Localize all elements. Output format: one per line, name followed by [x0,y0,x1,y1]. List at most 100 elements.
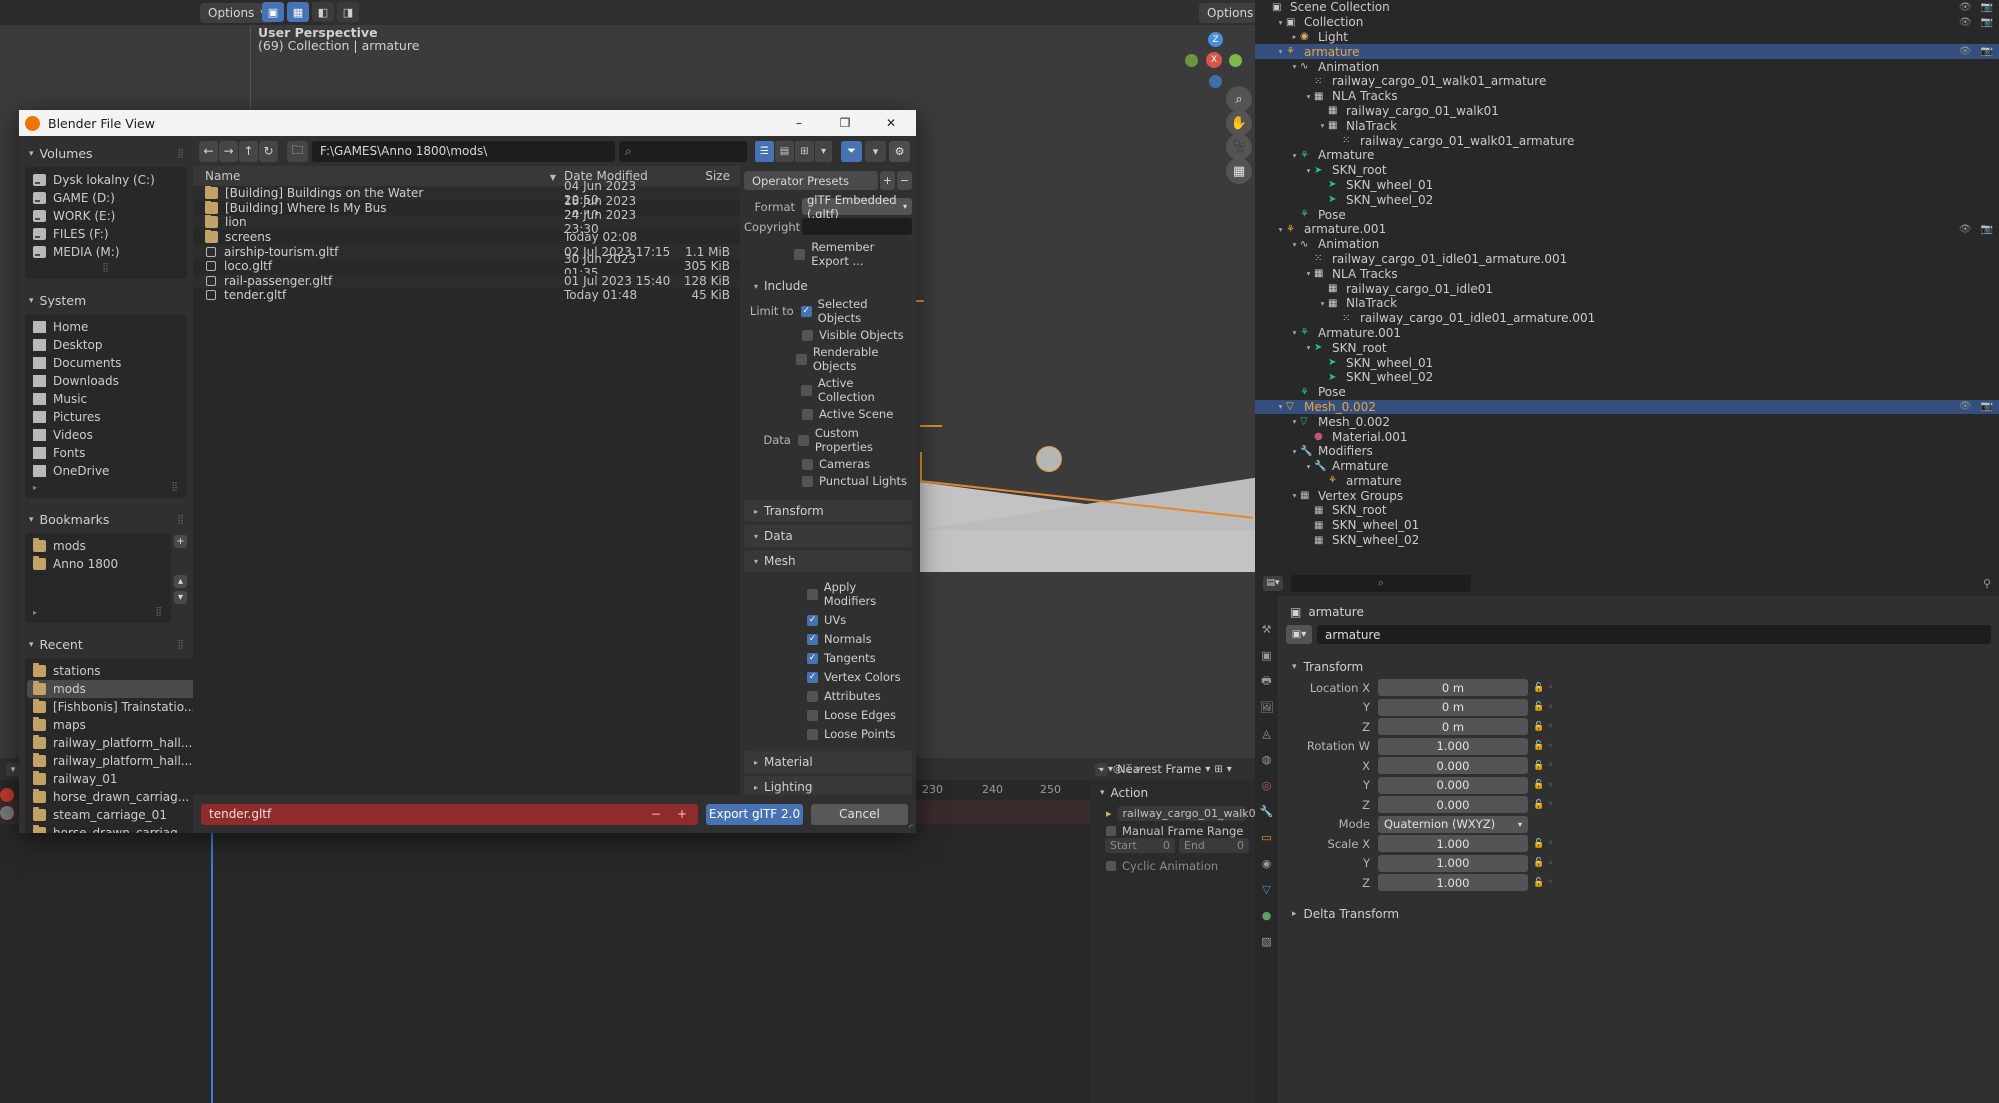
attributes-checkbox[interactable] [807,690,818,702]
outliner-row-toggles[interactable]: 👁 📷 [1959,46,1993,57]
system-scroll-row[interactable]: ▸ ⣿ [27,480,185,494]
property-value-field[interactable]: 0.000 [1378,796,1528,813]
tab-object[interactable]: ▭ [1259,830,1274,845]
lock-icon[interactable]: 🔓 [1533,878,1545,888]
custom-properties-checkbox[interactable] [797,434,809,446]
disclosure-triangle-icon[interactable]: ▾ [1289,62,1300,71]
property-value-field[interactable]: Quaternion (WXYZ) ▾ [1378,815,1528,833]
outliner-row[interactable]: ▦ SKN_wheel_02 [1255,533,1999,548]
file-browser-sidebar[interactable]: ▾ Volumes ⣿ Dysk lokalny (C:) GAME (D:) … [19,136,193,833]
delta-transform-header[interactable]: ▸ Delta Transform [1286,900,1991,926]
property-row[interactable]: Rotation W 1.000 🔓 ◦ [1286,737,1991,755]
tab-view-layer[interactable]: 🖼 [1259,700,1274,715]
outliner-row[interactable]: ▾ ∿ Animation [1255,59,1999,74]
disclosure-triangle-icon[interactable]: ▾ [1289,417,1300,426]
view-mode-list-icon[interactable]: ☰ [755,140,774,162]
loose-points-row[interactable]: Loose Points [744,727,912,741]
format-row[interactable]: Format glTF Embedded (.gltf) ▾ [744,193,912,221]
tab-object-data[interactable]: ▽ [1259,882,1274,897]
property-row[interactable]: Y 0.000 🔓 ◦ [1286,776,1991,794]
attributes-row[interactable]: Attributes [744,689,912,703]
tab-object-constraints[interactable]: ◎ [1259,778,1274,793]
dopesheet-snap-control[interactable]: ⌁ ▾ Nearest Frame ▾ ⊞ ▾ [1098,762,1232,776]
sidebar-item-bookmark[interactable]: Anno 1800 [27,555,169,573]
animate-property-icon[interactable]: ◦ [1545,721,1556,732]
visible-objects-checkbox[interactable] [802,329,813,341]
shading-rendered-icon[interactable]: ◨ [337,2,359,22]
outliner-row[interactable]: ⁙ railway_cargo_01_walk01_armature [1255,133,1999,148]
outliner-row[interactable]: ⁙ railway_cargo_01_idle01_armature.001 [1255,311,1999,326]
sidebar-item-recent[interactable]: railway_platform_hall... [27,734,193,752]
limit-to-row[interactable]: Limit to Selected Objects [744,297,912,325]
remember-export-checkbox[interactable] [794,248,806,260]
sidebar-item-recent[interactable]: railway_01 [27,770,193,788]
properties-tab-strip[interactable]: ⚒ ▣ 🖶 🖼 ◬ ◍ ◎ 🔧 ▭ ◉ ▽ ● ▨ [1255,596,1278,1103]
property-row[interactable]: Z 1.000 🔓 ◦ [1286,874,1991,891]
format-dropdown[interactable]: glTF Embedded (.gltf) ▾ [802,193,912,221]
bookmarks-scroll-row[interactable]: ▸ ⣿ [27,605,169,619]
disclosure-triangle-icon[interactable]: ▾ [1289,151,1300,160]
system-list[interactable]: Home Desktop Documents Downloads Music P… [25,314,187,498]
sort-descending-icon[interactable]: ▼ [550,173,556,182]
lock-icon[interactable]: 🔓 [1533,839,1545,849]
disclosure-triangle-icon[interactable]: ▾ [1289,240,1300,249]
cameras-checkbox[interactable] [802,458,813,470]
manual-frame-range-checkbox[interactable] [1106,826,1116,836]
disclosure-triangle-icon[interactable]: ▾ [1303,269,1314,278]
operator-presets-row[interactable]: Operator Presets + − [744,171,912,190]
sidebar-item-onedrive[interactable]: OneDrive [27,462,185,480]
outliner-row[interactable]: ▾ ▦ Vertex Groups [1255,488,1999,503]
active-scene-checkbox[interactable] [802,408,813,420]
outliner-row-toggles[interactable]: 👁 📷 [1959,17,1993,28]
sidebar-item-recent[interactable]: railway_platform_hall... [27,752,193,770]
minimize-button[interactable]: – [780,110,818,136]
sidebar-item-bookmark[interactable]: mods [27,537,169,555]
sidebar-item-recent[interactable]: [Fishbonis] Trainstatio... [27,698,193,716]
uvs-checkbox[interactable] [807,614,818,626]
gizmo-axis-neg-z[interactable] [1209,75,1222,88]
tab-material[interactable]: ● [1259,908,1274,923]
filter-toggle-icon[interactable]: ⏷ [841,140,862,162]
vertex-colors-checkbox[interactable] [807,671,818,683]
property-value-field[interactable]: 1.000 [1378,854,1528,872]
eye-icon[interactable]: 👁 [1959,224,1972,235]
property-value-field[interactable]: 0.000 [1378,757,1528,774]
disclosure-triangle-icon[interactable]: ▸ [1289,32,1300,41]
gizmo-axis-neg-y[interactable] [1185,54,1198,67]
file-browser-window[interactable]: Blender File View – ❐ ✕ ▾ Volumes ⣿ Dysk… [19,110,916,834]
lock-icon[interactable]: 🔓 [1533,858,1545,868]
view-mode-detail-icon[interactable]: ▤ [775,140,794,162]
apply-modifiers-row[interactable]: Apply Modifiers [744,580,912,608]
outliner-row[interactable]: ⚘ Pose [1255,207,1999,222]
ortho-grid-icon[interactable]: ▦ [1226,158,1252,184]
outliner-row[interactable]: ▾ ▽ Mesh_0.002 👁 📷 [1255,399,1999,415]
camera-render-icon[interactable]: 📷 [1981,17,1993,28]
outliner-row[interactable]: ▦ railway_cargo_01_walk01 [1255,104,1999,119]
disclosure-triangle-icon[interactable]: ▾ [1303,343,1314,352]
operator-presets-dropdown[interactable]: Operator Presets [744,171,878,190]
filename-decrement-button[interactable]: − [648,807,664,821]
custom-properties-row[interactable]: Data Custom Properties [744,426,912,454]
outliner-row[interactable]: ▾ ▦ NlaTrack [1255,118,1999,133]
outliner-row[interactable]: ▾ ➤ SKN_root [1255,340,1999,355]
outliner-row-toggles[interactable]: 👁 📷 [1959,401,1993,412]
loose-points-checkbox[interactable] [807,728,818,740]
volumes-scroll-grip[interactable]: ⣿ [27,261,185,275]
outliner-row[interactable]: ⚘ Pose [1255,385,1999,400]
punctual-lights-checkbox[interactable] [802,475,813,487]
gizmo-axis-x[interactable]: X [1206,52,1222,68]
outliner-row[interactable]: ▾ ⚘ armature 👁 📷 [1255,44,1999,60]
property-row[interactable]: Z 0.000 🔓 ◦ [1286,796,1991,813]
outliner-row[interactable]: ▾ 🔧 Armature [1255,459,1999,474]
sidebar-item-volume[interactable]: MEDIA (M:) [27,243,185,261]
sidebar-item-recent[interactable]: steam_carriage_01 [27,806,193,824]
volumes-list[interactable]: Dysk lokalny (C:) GAME (D:) WORK (E:) FI… [25,167,187,279]
outliner-row[interactable]: ⁙ railway_cargo_01_idle01_armature.001 [1255,252,1999,267]
disclosure-triangle-icon[interactable]: ▾ [1275,47,1286,56]
selected-objects-checkbox[interactable] [800,305,812,317]
table-row[interactable]: screens Today 02:08 [193,230,740,245]
lock-icon[interactable]: 🔓 [1533,761,1545,771]
sidebar-item-volume[interactable]: FILES (F:) [27,225,185,243]
properties-content[interactable]: ▣ armature ▣▾ armature ▾ Transform Locat… [1278,596,1999,1103]
property-row[interactable]: Y 1.000 🔓 ◦ [1286,854,1991,872]
